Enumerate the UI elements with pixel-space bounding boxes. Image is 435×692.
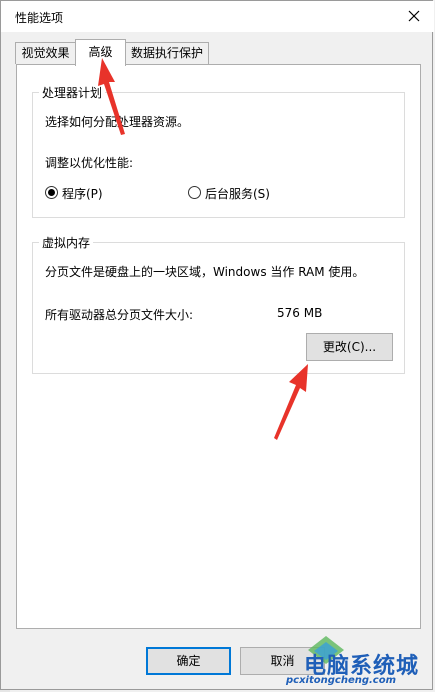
paging-file-description: 分页文件是硬盘上的一块区域，Windows 当作 RAM 使用。 xyxy=(45,265,365,279)
ok-button[interactable]: 确定 xyxy=(146,647,231,675)
virtual-memory-title: 虚拟内存 xyxy=(39,234,94,251)
tab-advanced[interactable]: 高级 xyxy=(75,39,126,66)
change-virtual-memory-button[interactable]: 更改(C)... xyxy=(306,333,393,361)
optimize-performance-label: 调整以优化性能: xyxy=(45,156,134,170)
close-icon xyxy=(408,10,420,22)
watermark-url: pcxitongcheng.com xyxy=(286,675,397,686)
processor-scheduling-group: 处理器计划 选择如何分配处理器资源。 调整以优化性能: 程序(P) 后台服务(S… xyxy=(32,84,405,218)
virtual-memory-group: 虚拟内存 分页文件是硬盘上的一块区域，Windows 当作 RAM 使用。 所有… xyxy=(32,234,405,374)
radio-selected-dot xyxy=(48,189,55,196)
programs-radio[interactable] xyxy=(45,186,58,199)
window-title: 性能选项 xyxy=(15,11,64,25)
site-watermark: 电脑系统城 pcxitongcheng.com xyxy=(282,636,435,692)
background-services-radio-label[interactable]: 后台服务(S) xyxy=(205,185,270,202)
tab-data-execution-prevention[interactable]: 数据执行保护 xyxy=(125,42,209,64)
performance-options-dialog: 性能选项 视觉效果 高级 数据执行保护 处理器计划 选择如何分配处理器资源。 调… xyxy=(0,0,434,690)
programs-radio-label[interactable]: 程序(P) xyxy=(62,185,103,202)
processor-scheduling-title: 处理器计划 xyxy=(39,84,106,101)
close-button[interactable] xyxy=(402,5,426,27)
total-paging-size-value: 576 MB xyxy=(277,306,323,320)
total-paging-size-label: 所有驱动器总分页文件大小: xyxy=(45,308,194,322)
background-services-radio[interactable] xyxy=(188,186,201,199)
title-bar: 性能选项 xyxy=(1,1,434,32)
advanced-tab-panel: 处理器计划 选择如何分配处理器资源。 调整以优化性能: 程序(P) 后台服务(S… xyxy=(16,64,421,629)
tab-visual-effects[interactable]: 视觉效果 xyxy=(15,42,76,64)
processor-description: 选择如何分配处理器资源。 xyxy=(45,115,190,129)
